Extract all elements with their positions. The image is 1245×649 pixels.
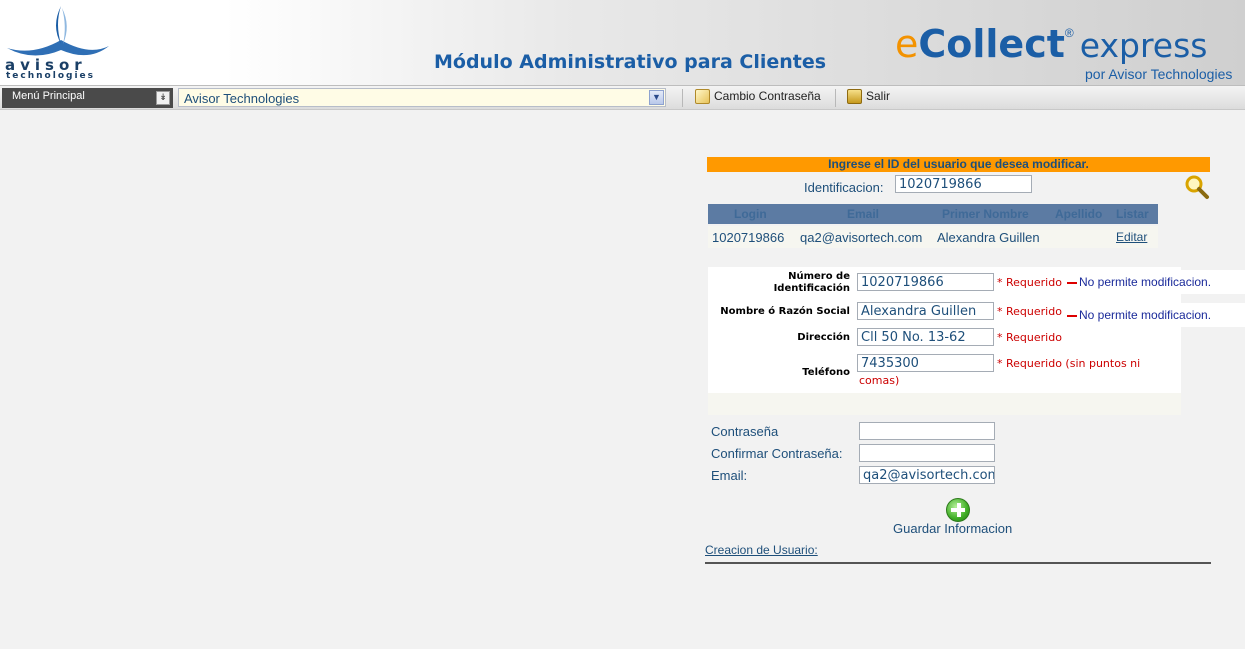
identification-search-input[interactable]: 1020719866 bbox=[895, 175, 1032, 193]
exit-button[interactable]: Salir bbox=[847, 89, 890, 107]
create-user-link[interactable]: Creacion de Usuario: bbox=[705, 543, 818, 557]
table-row: 1020719866 qa2@avisortech.com Alexandra … bbox=[708, 226, 1158, 248]
logo-subtitle: technologies bbox=[6, 71, 95, 81]
add-icon[interactable] bbox=[946, 498, 970, 522]
confirm-password-label: Confirmar Contraseña: bbox=[711, 446, 843, 461]
identification-label: Identificacion: bbox=[804, 180, 884, 195]
company-select-value: Avisor Technologies bbox=[184, 91, 300, 106]
required-text: * Requerido bbox=[997, 331, 1062, 344]
brand-express: express bbox=[1079, 26, 1208, 65]
cell-email: qa2@avisortech.com bbox=[800, 230, 923, 245]
id-number-label-line2: Identificación bbox=[773, 283, 850, 294]
column-header-email: Email bbox=[847, 207, 880, 221]
readonly-note: No permite modificacion. bbox=[1067, 303, 1245, 327]
readonly-note-text: No permite modificacion. bbox=[1079, 275, 1212, 289]
password-label: Contraseña bbox=[711, 424, 779, 439]
password-field[interactable] bbox=[859, 422, 995, 440]
results-table-header: Login Email Primer Nombre Apellido Lista… bbox=[708, 204, 1158, 224]
red-dash-icon bbox=[1067, 282, 1077, 284]
app-header: avisor technologies Módulo Administrativ… bbox=[0, 0, 1245, 85]
change-password-label: Cambio Contraseña bbox=[714, 89, 821, 103]
required-text: * Requerido bbox=[997, 276, 1062, 289]
save-button-label[interactable]: Guardar Informacion bbox=[893, 521, 1012, 536]
required-text: comas) bbox=[859, 374, 900, 387]
address-field[interactable]: Cll 50 No. 13-62 bbox=[857, 328, 994, 346]
email-label: Email: bbox=[711, 468, 748, 483]
brand-e: e bbox=[895, 22, 919, 66]
red-dash-icon bbox=[1067, 315, 1077, 317]
edit-document-icon bbox=[695, 89, 710, 105]
toolbar: Menú Principal ↡ Avisor Technologies ▼ C… bbox=[0, 85, 1245, 110]
confirm-password-field[interactable] bbox=[859, 444, 995, 462]
lock-exit-icon bbox=[847, 89, 862, 105]
company-select[interactable]: Avisor Technologies ▼ bbox=[178, 88, 666, 107]
brand-collect: Collect bbox=[918, 22, 1065, 66]
search-icon[interactable] bbox=[1184, 174, 1210, 200]
page-title: Módulo Administrativo para Clientes bbox=[434, 51, 827, 73]
main-menu-label: Menú Principal bbox=[12, 90, 85, 102]
required-text: * Requerido bbox=[997, 305, 1062, 318]
search-banner: Ingrese el ID del usuario que desea modi… bbox=[707, 157, 1210, 172]
edit-link[interactable]: Editar bbox=[1116, 230, 1147, 244]
cell-login: 1020719866 bbox=[712, 230, 785, 245]
avisor-logo-icon bbox=[7, 6, 109, 56]
column-header-list: Listar bbox=[1116, 207, 1149, 221]
brand-byline: por Avisor Technologies bbox=[1085, 66, 1233, 82]
toolbar-divider bbox=[682, 89, 683, 107]
name-field[interactable]: Alexandra Guillen bbox=[857, 302, 994, 320]
main-menu-dropdown[interactable]: Menú Principal ↡ bbox=[2, 88, 173, 108]
phone-label: Teléfono bbox=[802, 367, 850, 378]
id-number-label-line1: Número de bbox=[788, 271, 850, 282]
cell-first-name: Alexandra Guillen bbox=[937, 230, 1040, 245]
column-header-login: Login bbox=[734, 207, 767, 221]
readonly-note: No permite modificacion. bbox=[1067, 270, 1245, 294]
column-header-last-name: Apellido bbox=[1055, 207, 1103, 221]
double-chevron-down-icon[interactable]: ↡ bbox=[156, 91, 170, 105]
divider bbox=[705, 562, 1211, 564]
required-text: * Requerido (sin puntos ni bbox=[997, 357, 1141, 370]
change-password-button[interactable]: Cambio Contraseña bbox=[695, 89, 821, 107]
brand-registered: ® bbox=[1064, 26, 1074, 40]
name-label: Nombre ó Razón Social bbox=[720, 306, 850, 317]
readonly-note-text: No permite modificacion. bbox=[1079, 308, 1212, 322]
toolbar-divider bbox=[835, 89, 836, 107]
exit-label: Salir bbox=[866, 89, 891, 103]
address-label: Dirección bbox=[797, 332, 850, 343]
id-number-field[interactable]: 1020719866 bbox=[857, 273, 994, 291]
email-field[interactable]: qa2@avisortech.com bbox=[859, 466, 995, 484]
phone-field[interactable]: 7435300 bbox=[857, 354, 994, 372]
chevron-down-icon[interactable]: ▼ bbox=[649, 90, 664, 105]
ecollect-brand: eCollect® express bbox=[895, 22, 1207, 66]
avisor-logo: avisor technologies bbox=[5, 4, 115, 82]
column-header-first-name: Primer Nombre bbox=[942, 207, 1029, 221]
form-footer-band bbox=[708, 393, 1181, 415]
